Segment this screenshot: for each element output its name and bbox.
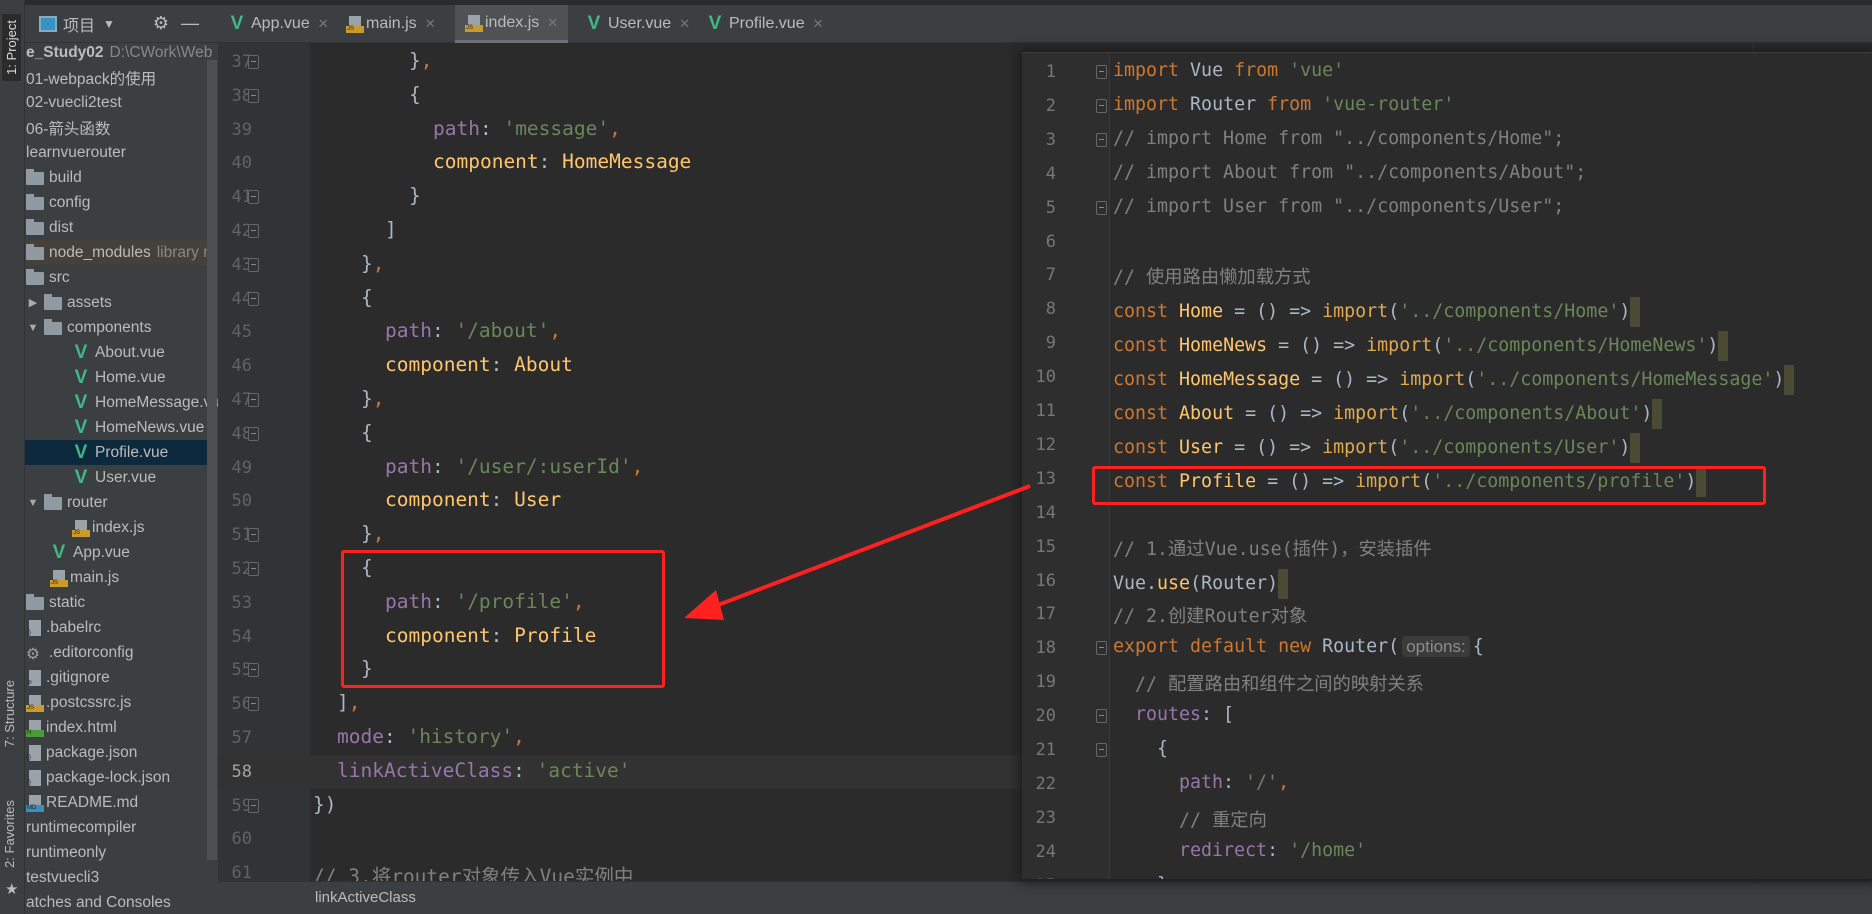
arrow-head: [684, 590, 724, 620]
annotation-arrow: [684, 484, 1031, 620]
sidebar-scrollbar[interactable]: [207, 60, 217, 860]
arrow-line: [704, 484, 1031, 612]
